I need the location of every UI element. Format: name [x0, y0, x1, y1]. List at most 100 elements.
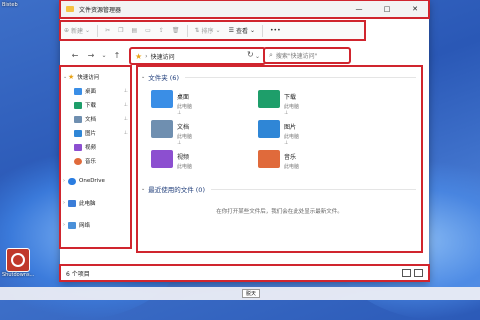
- maximize-button[interactable]: □: [373, 0, 401, 18]
- pin-icon: ⊥: [284, 110, 289, 116]
- window-title: 文件资源管理器: [79, 6, 122, 14]
- chevron-down-icon: ⌄: [141, 74, 146, 80]
- pin-icon: ⊥: [177, 140, 182, 146]
- pc-icon: [68, 199, 76, 207]
- search-input[interactable]: ⌕ 搜索"快速访问": [263, 47, 351, 64]
- folder-tile-desktop[interactable]: 桌面 此电脑 ⊥: [151, 90, 261, 116]
- chevron-right-icon: ›: [63, 222, 65, 228]
- forward-button[interactable]: →: [85, 49, 97, 61]
- sidebar-item-videos[interactable]: 视频: [60, 140, 131, 154]
- chevron-down-icon: ⌄: [215, 27, 221, 34]
- trash-icon: 🗑: [171, 27, 180, 34]
- command-bar: ⊕ 新建 ⌄ ✂ ❐ ▤ ▭ ⇪ 🗑 ⇅ 排序 ⌄ ☰ 查看 ⌄ •••: [59, 20, 366, 41]
- search-icon: ⌕: [269, 51, 273, 59]
- chevron-right-icon: ›: [63, 178, 65, 184]
- share-icon: ⇪: [158, 27, 164, 34]
- sidebar-item-music[interactable]: 音乐: [60, 154, 131, 168]
- recent-files-group-header[interactable]: ⌄ 最近使用的文件 (0): [137, 178, 422, 194]
- share-button[interactable]: ⇪: [155, 23, 168, 38]
- folder-tile-documents[interactable]: 文档 此电脑 ⊥: [151, 120, 261, 146]
- chevron-down-icon: ⌄: [249, 27, 256, 34]
- title-bar[interactable]: 文件资源管理器 — □ ✕: [59, 0, 430, 19]
- back-button[interactable]: ←: [69, 49, 81, 61]
- desktop-app-icon[interactable]: [6, 248, 30, 272]
- folder-tile-music[interactable]: 音乐 此电脑: [258, 150, 368, 174]
- sidebar-item-this-pc[interactable]: › 此电脑: [60, 196, 131, 210]
- chevron-right-icon: ›: [63, 200, 65, 206]
- folder-tile-videos[interactable]: 视频 此电脑: [151, 150, 261, 174]
- cut-button[interactable]: ✂: [101, 23, 114, 38]
- details-view-icon[interactable]: [402, 269, 411, 277]
- address-location: 快速访问: [150, 53, 175, 61]
- desktop-icon: [151, 90, 173, 108]
- sidebar-item-documents[interactable]: 文档 ⊥: [60, 112, 131, 126]
- download-icon: [258, 90, 280, 108]
- status-bar: 6 个项目: [59, 264, 430, 282]
- document-icon: [151, 120, 173, 138]
- pin-icon: ⊥: [123, 88, 128, 94]
- refresh-icon[interactable]: ↻: [247, 50, 254, 59]
- star-icon: ★: [135, 51, 143, 61]
- file-explorer-window: 文件资源管理器 — □ ✕ ⊕ 新建 ⌄ ✂ ❐ ▤ ▭ ⇪ 🗑 ⇅ 排序 ⌄ …: [59, 0, 430, 282]
- pin-icon: ⊥: [284, 140, 289, 146]
- chevron-right-icon: ›: [145, 52, 148, 60]
- sidebar-item-downloads[interactable]: 下载 ⊥: [60, 98, 131, 112]
- recent-locations-button[interactable]: ⌄: [98, 49, 110, 61]
- taskbar: [0, 287, 480, 300]
- content-pane: ⌄ 文件夹 (6) 桌面 此电脑 ⊥ 下载 此电脑 ⊥ 文档 此电脑 ⊥ 图片 …: [136, 65, 423, 253]
- sidebar-item-pictures[interactable]: 图片 ⊥: [60, 126, 131, 140]
- rename-button[interactable]: ▭: [141, 23, 155, 38]
- copy-button[interactable]: ❐: [114, 23, 127, 38]
- paste-button[interactable]: ▤: [128, 23, 142, 38]
- navigation-row: ← → ⌄ ↑ ★ › 快速访问 ⌄ ↻ ⌕ 搜索"快速访问": [60, 45, 429, 65]
- new-button[interactable]: ⊕ 新建 ⌄: [60, 23, 94, 38]
- music-icon: [258, 150, 280, 168]
- network-icon: [68, 221, 76, 229]
- chevron-down-icon: ⌄: [85, 27, 91, 34]
- video-icon: [151, 150, 173, 168]
- up-button[interactable]: ↑: [111, 49, 123, 61]
- desktop-app-label[interactable]: Shutdowns...: [2, 272, 34, 278]
- folder-tile-downloads[interactable]: 下载 此电脑 ⊥: [258, 90, 368, 116]
- view-icon: ☰: [228, 27, 234, 34]
- chevron-down-icon: ⌄: [63, 74, 68, 80]
- taskbar-tooltip: 脱天: [242, 289, 261, 298]
- document-icon: [74, 115, 82, 123]
- star-icon: ★: [68, 73, 75, 81]
- sort-icon: ⇅: [194, 27, 200, 34]
- pin-icon: ⊥: [123, 130, 128, 136]
- folders-group-header[interactable]: ⌄ 文件夹 (6): [137, 66, 422, 82]
- video-icon: [74, 143, 82, 151]
- sidebar-item-quick-access[interactable]: ⌄ ★ 快速访问: [60, 70, 131, 84]
- more-options-button[interactable]: •••: [266, 23, 285, 38]
- chevron-down-icon: ⌄: [141, 186, 146, 192]
- desktop-icon: [74, 87, 82, 95]
- sidebar-item-network[interactable]: › 网络: [60, 218, 131, 232]
- desktop-icon-label[interactable]: Bisteb: [2, 2, 18, 8]
- view-button[interactable]: ☰ 查看 ⌄: [225, 23, 259, 38]
- sidebar-item-desktop[interactable]: 桌面 ⊥: [60, 84, 131, 98]
- recent-empty-message: 在你打开某些文件后，我们会在此处显示最新文件。: [216, 209, 343, 215]
- folder-tile-pictures[interactable]: 图片 此电脑 ⊥: [258, 120, 368, 146]
- new-icon: ⊕: [64, 27, 70, 34]
- copy-icon: ❐: [118, 27, 124, 34]
- search-placeholder: 搜索"快速访问": [275, 53, 318, 60]
- rename-icon: ▭: [145, 27, 151, 34]
- sort-button[interactable]: ⇅ 排序 ⌄: [191, 23, 225, 38]
- cloud-icon: [68, 177, 76, 185]
- download-icon: [74, 101, 82, 109]
- large-icons-view-icon[interactable]: [414, 269, 423, 277]
- pin-icon: ⊥: [123, 116, 128, 122]
- sidebar-item-onedrive[interactable]: › OneDrive: [60, 174, 131, 188]
- minimize-button[interactable]: —: [345, 0, 373, 18]
- close-button[interactable]: ✕: [401, 0, 429, 18]
- music-icon: [74, 157, 82, 165]
- address-bar[interactable]: ★ › 快速访问 ⌄: [129, 47, 266, 65]
- folders-grid: 桌面 此电脑 ⊥ 下载 此电脑 ⊥ 文档 此电脑 ⊥ 图片 此电脑 ⊥ 视频 此…: [137, 82, 422, 178]
- picture-icon: [258, 120, 280, 138]
- delete-button[interactable]: 🗑: [168, 23, 184, 38]
- folder-icon: [66, 6, 74, 12]
- pin-icon: ⊥: [123, 102, 128, 108]
- navigation-pane: ⌄ ★ 快速访问 桌面 ⊥ 下载 ⊥ 文档 ⊥ 图片 ⊥ 视频 音乐 › One…: [59, 65, 132, 249]
- paste-icon: ▤: [131, 27, 138, 34]
